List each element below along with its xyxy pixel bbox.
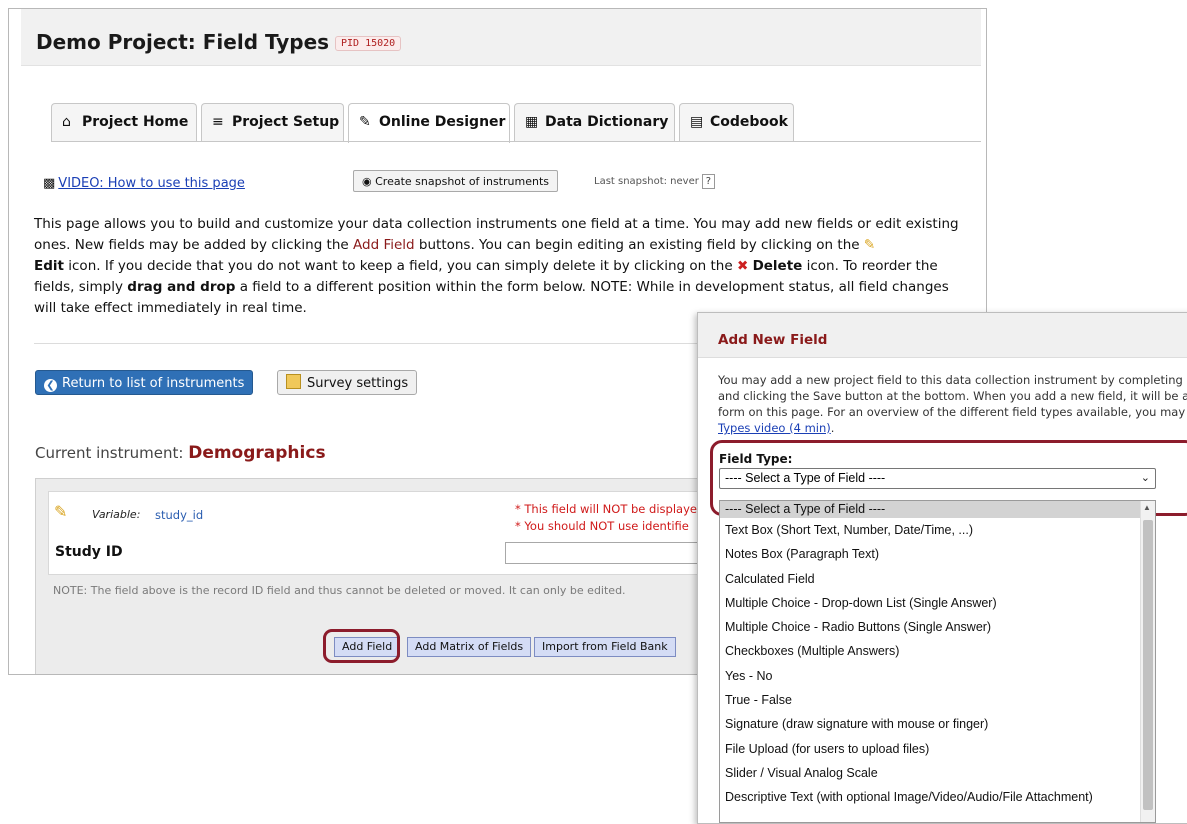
current-instrument: Current instrument: Demographics [35, 443, 326, 463]
dialog-header: Add New Field [698, 313, 1187, 358]
book-icon: ▤ [690, 114, 704, 130]
field-type-option[interactable]: Yes - No [720, 664, 1155, 688]
tab-project-setup[interactable]: ≡ Project Setup [201, 103, 344, 141]
instrument-label: Current instrument: [35, 444, 189, 462]
dialog-description: You may add a new project field to this … [718, 372, 1187, 436]
field-type-options: ---- Select a Type of Field ---- Text Box… [719, 500, 1156, 823]
survey-icon [286, 374, 301, 389]
record-id-note: NOTE: The field above is the record ID f… [53, 584, 626, 597]
field-label: Study ID [55, 544, 123, 560]
intro-delete: Delete [752, 258, 803, 274]
tab-codebook[interactable]: ▤ Codebook [679, 103, 794, 141]
survey-label: Survey settings [307, 376, 409, 391]
tab-online-designer[interactable]: ✎ Online Designer [348, 103, 510, 143]
help-icon[interactable]: ? [701, 174, 715, 189]
add-matrix-button[interactable]: Add Matrix of Fields [407, 637, 532, 657]
dialog-title: Add New Field [718, 332, 828, 348]
tab-divider [51, 141, 981, 142]
video-link[interactable]: ▩ VIDEO: How to use this page [43, 176, 245, 191]
field-type-option[interactable]: Multiple Choice - Radio Buttons (Single … [720, 615, 1155, 639]
snapshot-label: Create snapshot of instruments [375, 175, 549, 188]
warning-text: * You should NOT use identifie [515, 519, 689, 533]
field-type-option[interactable]: Checkboxes (Multiple Answers) [720, 639, 1155, 663]
intro-part: icon. If you decide that you do not want… [63, 258, 737, 274]
field-types-video-link[interactable]: Types video (4 min) [718, 421, 831, 435]
add-new-field-dialog: Add New Field You may add a new project … [697, 312, 1187, 824]
scroll-up-icon[interactable]: ▲ [1143, 503, 1151, 512]
project-header: Demo Project: Field Types PID 15020 [21, 9, 981, 66]
field-type-option[interactable]: Text Box (Short Text, Number, Date/Time,… [720, 518, 1155, 542]
options-scrollbar[interactable]: ▲ [1140, 501, 1155, 822]
import-field-bank-button[interactable]: Import from Field Bank [534, 637, 676, 657]
tab-project-home[interactable]: ⌂ Project Home [51, 103, 197, 141]
instrument-name: Demographics [188, 443, 326, 463]
video-link-label: VIDEO: How to use this page [58, 176, 245, 191]
field-type-option[interactable]: Descriptive Text (with optional Image/Vi… [720, 785, 1155, 809]
excel-icon: ▦ [525, 114, 539, 130]
variable-label: Variable: [92, 508, 141, 521]
intro-text: This page allows you to build and custom… [34, 214, 974, 319]
instrument-form: ✎ Variable: study_id * This field will N… [35, 478, 810, 674]
description-line: and clicking the Save button at the bott… [718, 389, 1187, 403]
intro-part: buttons. You can begin editing an existi… [414, 237, 864, 253]
pid-badge: PID 15020 [335, 36, 402, 51]
field-type-option[interactable]: Slider / Visual Analog Scale [720, 761, 1155, 785]
field-type-option[interactable]: File Upload (for users to upload files) [720, 737, 1155, 761]
highlight-ring [323, 629, 400, 663]
tab-label: Project Home [82, 114, 189, 130]
chevron-left-icon: ❮ [44, 379, 57, 392]
description-line: You may add a new project field to this … [718, 373, 1183, 387]
field-row-study-id[interactable]: ✎ Variable: study_id * This field will N… [48, 491, 810, 575]
intro-drag: drag and drop [127, 279, 236, 295]
field-type-option[interactable]: Notes Box (Paragraph Text) [720, 542, 1155, 566]
field-type-option[interactable]: Calculated Field [720, 567, 1155, 591]
field-type-option[interactable]: True - False [720, 688, 1155, 712]
pencil-icon[interactable]: ✎ [54, 502, 67, 522]
description-line: form on this page. For an overview of th… [718, 405, 1186, 419]
warning-text: * This field will NOT be displaye [515, 502, 697, 516]
intro-edit: Edit [34, 258, 64, 274]
intro-add-field: Add Field [353, 237, 415, 253]
tab-label: Project Setup [232, 114, 340, 130]
home-icon: ⌂ [62, 114, 71, 130]
tab-label: Data Dictionary [545, 114, 669, 130]
return-to-instruments-button[interactable]: ❮ Return to list of instruments [35, 370, 254, 395]
tab-label: Codebook [710, 114, 788, 130]
checklist-icon: ≡ [212, 114, 224, 130]
scroll-thumb[interactable] [1143, 520, 1153, 810]
last-snapshot-label: Last snapshot: never [594, 176, 699, 187]
create-snapshot-button[interactable]: ◉ Create snapshot of instruments [353, 170, 558, 192]
delete-icon: ✖ [736, 258, 749, 274]
last-snapshot-text: Last snapshot: never? [594, 174, 715, 189]
camera-icon: ◉ [362, 175, 372, 188]
tab-data-dictionary[interactable]: ▦ Data Dictionary [514, 103, 675, 141]
description-end: . [830, 421, 835, 435]
pencil-icon: ✎ [863, 237, 876, 253]
edit-icon: ✎ [359, 114, 371, 130]
film-icon: ▩ [43, 176, 56, 191]
project-title: Demo Project: Field Types [36, 30, 330, 54]
field-type-option[interactable]: Signature (draw signature with mouse or … [720, 712, 1155, 736]
survey-settings-button[interactable]: Survey settings [277, 370, 418, 395]
tab-label: Online Designer [379, 114, 506, 130]
variable-name: study_id [155, 508, 204, 522]
field-type-option[interactable]: Multiple Choice - Drop-down List (Single… [720, 591, 1155, 615]
field-type-option[interactable]: ---- Select a Type of Field ---- [720, 501, 1155, 518]
return-label: Return to list of instruments [62, 376, 245, 391]
